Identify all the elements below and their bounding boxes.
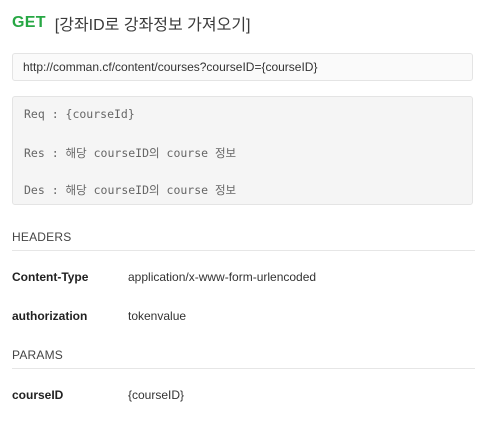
- header-value-content-type: application/x-www-form-urlencoded: [128, 270, 317, 284]
- request-url-box[interactable]: http://comman.cf/content/courses?courseI…: [12, 53, 473, 81]
- request-name: [강좌ID로 강좌정보 가져오기]: [54, 17, 251, 34]
- description-req-line: Req : {courseId}: [24, 107, 135, 121]
- param-value-courseid: {courseID}: [128, 388, 185, 402]
- header-key-content-type: Content-Type: [12, 270, 89, 284]
- header-value-authorization: tokenvalue: [128, 309, 187, 323]
- request-description-box: Req : {courseId} Res : 해당 courseID의 cour…: [12, 96, 473, 205]
- param-key-courseid: courseID: [12, 388, 64, 402]
- headers-section-title: HEADERS: [12, 230, 475, 251]
- request-title-row: GET [강좌ID로 강좌정보 가져오기]: [12, 10, 251, 36]
- params-section-title: PARAMS: [12, 348, 475, 369]
- header-key-authorization: authorization: [12, 309, 88, 323]
- request-url[interactable]: http://comman.cf/content/courses?courseI…: [23, 60, 317, 74]
- description-res-line: Res : 해당 courseID의 course 정보: [24, 146, 237, 160]
- http-method-badge: GET: [12, 14, 46, 31]
- description-des-line: Des : 해당 courseID의 course 정보: [24, 183, 237, 197]
